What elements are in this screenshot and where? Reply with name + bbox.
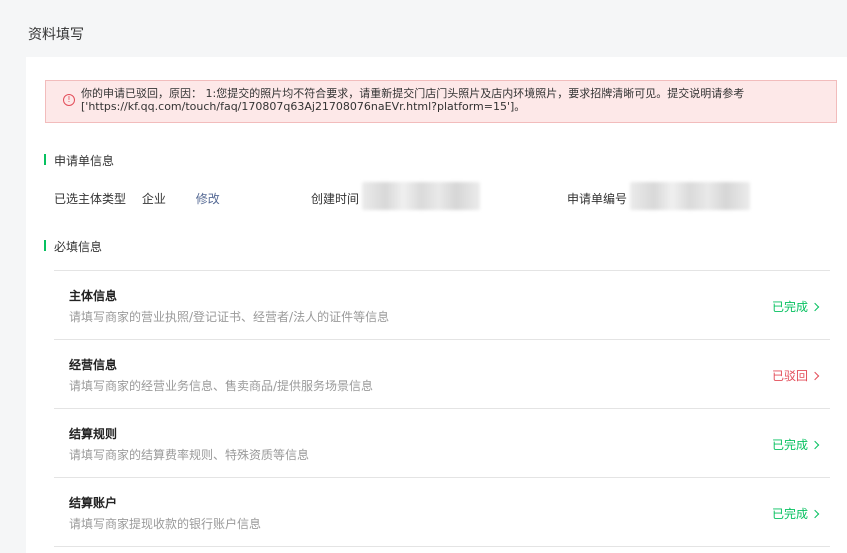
page-title: 资料填写 (28, 27, 84, 43)
created-time-row: 创建时间 (311, 190, 359, 207)
section-title: 必填信息 (54, 240, 103, 254)
item-description: 请填写商家的营业执照/登记证书、经营者/法人的证件等信息 (69, 310, 390, 324)
section-application-info: 申请单信息 (44, 152, 115, 169)
section-required-info: 必填信息 (44, 238, 103, 255)
item-description: 请填写商家的结算费率规则、特殊资质等信息 (69, 448, 310, 462)
application-no-value-redacted (630, 182, 750, 210)
chevron-right-icon (810, 440, 820, 449)
status-link[interactable]: 已完成 (771, 436, 820, 453)
status-link[interactable]: 已驳回 (771, 367, 820, 384)
rejection-alert: ! 你的申请已驳回，原因： 1:您提交的照片均不符合要求，请重新提交门店门头照片… (45, 80, 837, 123)
chevron-right-icon (810, 371, 820, 380)
item-description: 请填写商家的经营业务信息、售卖商品/提供服务场景信息 (69, 379, 374, 393)
item-title: 主体信息 (69, 289, 118, 303)
required-info-list: 主体信息 请填写商家的营业执照/登记证书、经营者/法人的证件等信息 已完成 经营… (54, 270, 830, 547)
alert-text: 你的申请已驳回，原因： 1:您提交的照片均不符合要求，请重新提交门店门头照片及店… (81, 87, 745, 113)
created-time-value-redacted (362, 182, 480, 210)
subject-type-row: 已选主体类型 企业 修改 (54, 190, 220, 207)
section-marker (44, 240, 46, 251)
subject-type-value: 企业 (141, 192, 166, 206)
application-no-label: 申请单编号 (567, 192, 628, 206)
item-title: 结算账户 (69, 496, 118, 510)
list-item-business-info[interactable]: 经营信息 请填写商家的经营业务信息、售卖商品/提供服务场景信息 已驳回 (54, 339, 830, 408)
subject-type-label: 已选主体类型 (54, 192, 127, 206)
status-label: 已完成 (771, 438, 808, 452)
list-item-settlement-account[interactable]: 结算账户 请填写商家提现收款的银行账户信息 已完成 (54, 477, 830, 547)
alert-circle-icon: ! (63, 94, 75, 106)
form-card: ! 你的申请已驳回，原因： 1:您提交的照片均不符合要求，请重新提交门店门头照片… (26, 57, 847, 553)
status-link[interactable]: 已完成 (771, 505, 820, 522)
status-link[interactable]: 已完成 (771, 298, 820, 315)
section-title: 申请单信息 (54, 154, 115, 168)
item-title: 结算规则 (69, 427, 118, 441)
list-item-subject-info[interactable]: 主体信息 请填写商家的营业执照/登记证书、经营者/法人的证件等信息 已完成 (54, 270, 830, 339)
status-label: 已驳回 (771, 369, 808, 383)
chevron-right-icon (810, 509, 820, 518)
modify-link[interactable]: 修改 (196, 190, 220, 207)
list-item-settlement-rules[interactable]: 结算规则 请填写商家的结算费率规则、特殊资质等信息 已完成 (54, 408, 830, 477)
status-label: 已完成 (771, 300, 808, 314)
chevron-right-icon (810, 302, 820, 311)
section-marker (44, 154, 46, 165)
item-title: 经营信息 (69, 358, 118, 372)
item-description: 请填写商家提现收款的银行账户信息 (69, 517, 262, 531)
status-label: 已完成 (771, 507, 808, 521)
application-no-row: 申请单编号 (567, 190, 627, 207)
created-time-label: 创建时间 (311, 192, 360, 206)
